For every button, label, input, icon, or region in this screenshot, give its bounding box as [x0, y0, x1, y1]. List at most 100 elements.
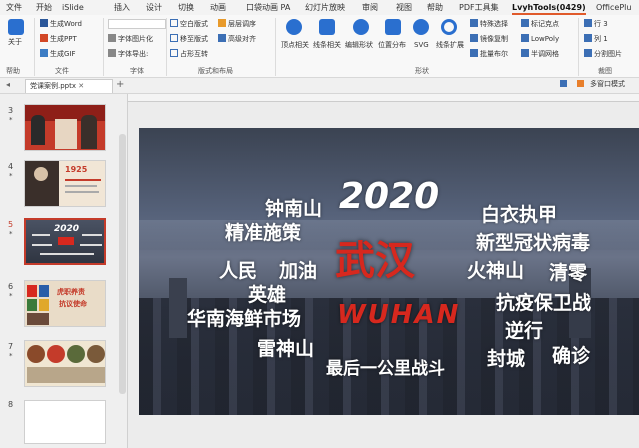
move-layout-icon — [170, 34, 178, 42]
slide-thumb-8[interactable] — [24, 400, 106, 444]
tab-scroll-left[interactable]: ◂ — [6, 80, 10, 89]
group-file: 文件 — [55, 67, 69, 75]
word-qingling: 清零 — [549, 262, 588, 284]
vertex-button[interactable]: 顶点相关 — [281, 40, 309, 50]
layer-order-button[interactable]: 层层调序 — [218, 19, 256, 29]
line-extend-button[interactable]: 线条扩展 — [436, 40, 464, 50]
word-nixing: 逆行 — [505, 320, 544, 342]
shape-convert-button[interactable]: 占形互转 — [170, 49, 208, 59]
tab-islide[interactable]: iSlide — [62, 2, 84, 15]
cols-spinner[interactable]: 列 1 — [584, 34, 608, 44]
group-layout: 版式和布局 — [198, 67, 233, 75]
slide-num-5: 5 — [8, 220, 14, 229]
mark-icon — [521, 19, 529, 27]
vertex-icon — [286, 19, 302, 35]
slide-thumb-6[interactable]: 虎职养责 抗议使命 — [24, 280, 106, 327]
tab-design[interactable]: 设计 — [146, 2, 162, 15]
special-select-button[interactable]: 特殊选择 — [470, 19, 508, 29]
slide-star-5: * — [9, 230, 13, 238]
tab-officeplus[interactable]: OfficePlu — [596, 2, 631, 15]
blank-layout-button[interactable]: 空白版式 — [170, 19, 208, 29]
doc-tab-bar: ◂ 党课案例.pptx ✕ + 多窗口模式 — [0, 78, 639, 94]
rows-icon — [584, 19, 592, 27]
slide-thumb-7[interactable] — [24, 340, 106, 387]
advanced-align-button[interactable]: 高级对齐 — [218, 34, 256, 44]
word-huoshenshan: 火神山 — [467, 260, 525, 282]
edit-shape-button[interactable]: 编辑形状 — [345, 40, 373, 50]
thumb4-year: 1925 — [65, 165, 88, 174]
slide-main[interactable]: 2020 武汉 WUHAN 钟南山 精准施策 白衣执甲 新型冠状病毒 人民 加油… — [139, 128, 639, 415]
slide-year: 2020 — [339, 176, 440, 217]
tab-pocket-anim[interactable]: 口袋动画 PA — [246, 2, 290, 15]
tab-file[interactable]: 文件 — [6, 2, 22, 15]
font-export-button[interactable]: 字体导出: — [108, 49, 148, 59]
close-icon[interactable]: ✕ — [78, 82, 84, 90]
gen-word-button[interactable]: 生成Word — [40, 19, 82, 29]
batch-boolean-button[interactable]: 批量布尔 — [470, 49, 508, 59]
layers-icon — [218, 19, 226, 27]
about-button[interactable]: 关于 — [8, 37, 22, 47]
slide-thumb-4[interactable]: 1925 — [24, 160, 106, 207]
word-quezhen: 确诊 — [552, 345, 591, 367]
halftone-button[interactable]: 半调网格 — [521, 49, 559, 59]
font-image-icon — [108, 34, 116, 42]
rows-spinner[interactable]: 行 3 — [584, 19, 608, 29]
font-select[interactable] — [108, 19, 166, 29]
tab-transition[interactable]: 切换 — [178, 2, 194, 15]
rows-value: 3 — [603, 20, 608, 28]
slide-thumb-5[interactable]: 2020 — [24, 218, 106, 265]
word-huanan: 华南海鲜市场 — [187, 308, 302, 330]
edit-shape-icon — [353, 19, 369, 35]
slide-star-4: * — [9, 172, 13, 180]
svg-icon — [413, 19, 429, 35]
slide-num-4: 4 — [8, 162, 14, 171]
tab-help[interactable]: 帮助 — [427, 2, 443, 15]
mirror-copy-button[interactable]: 镜像复制 — [470, 34, 508, 44]
menu-tabs: 文件 开始 iSlide 插入 设计 切换 动画 口袋动画 PA 幻灯片放映 审… — [0, 0, 639, 15]
ppt-icon — [40, 34, 48, 42]
distribute-button[interactable]: 位置分布 — [378, 40, 406, 50]
word-baiyizhijia: 白衣执甲 — [481, 204, 558, 226]
split-icon — [584, 49, 592, 57]
slide-num-7: 7 — [8, 342, 14, 351]
select-icon — [470, 19, 478, 27]
tab-home[interactable]: 开始 — [36, 2, 52, 15]
font-to-image-button[interactable]: 字体图片化 — [108, 34, 153, 44]
tab-lvyhtools[interactable]: LvyhTools(0429) — [512, 2, 586, 15]
thumb5-year: 2020 — [54, 224, 80, 234]
slide-star-3: * — [9, 116, 13, 124]
tab-animation[interactable]: 动画 — [210, 2, 226, 15]
lowpoly-button[interactable]: LowPoly — [521, 34, 559, 44]
thumb6-text2: 抗议使命 — [59, 300, 87, 308]
settings-icon[interactable] — [577, 80, 584, 87]
svg-button[interactable]: SVG — [414, 40, 429, 50]
add-tab-button[interactable]: + — [116, 79, 124, 90]
slide-star-6: * — [9, 292, 13, 300]
tab-review[interactable]: 审阅 — [362, 2, 378, 15]
tab-slideshow[interactable]: 幻灯片放映 — [305, 2, 345, 15]
line-button[interactable]: 线条相关 — [313, 40, 341, 50]
layout-icon — [170, 19, 178, 27]
document-tab[interactable]: 党课案例.pptx ✕ — [25, 79, 113, 93]
tab-insert[interactable]: 插入 — [114, 2, 130, 15]
slide-thumb-3[interactable] — [24, 104, 106, 151]
tab-view[interactable]: 视图 — [396, 2, 412, 15]
thumb6-text1: 虎职养责 — [57, 288, 85, 296]
tab-pdf[interactable]: PDF工具集 — [459, 2, 499, 15]
slide-num-8: 8 — [8, 400, 14, 409]
gen-ppt-button[interactable]: 生成PPT — [40, 34, 77, 44]
line-extend-icon — [441, 19, 457, 35]
slide-star-7: * — [9, 352, 13, 360]
move-to-layout-button[interactable]: 移至版式 — [170, 34, 208, 44]
horizontal-ruler — [128, 94, 639, 102]
mark-point-button[interactable]: 标记克点 — [521, 19, 559, 29]
panel-scrollbar[interactable] — [119, 134, 126, 394]
cols-icon — [584, 34, 592, 42]
line-icon — [319, 19, 335, 35]
boolean-icon — [470, 49, 478, 57]
gen-gif-button[interactable]: 生成GIF — [40, 49, 76, 59]
multi-window-label[interactable]: 多窗口模式 — [590, 79, 625, 89]
word-fengcheng: 封城 — [487, 348, 526, 370]
split-image-button[interactable]: 分割图片 — [584, 49, 622, 59]
window-icon — [560, 80, 567, 87]
